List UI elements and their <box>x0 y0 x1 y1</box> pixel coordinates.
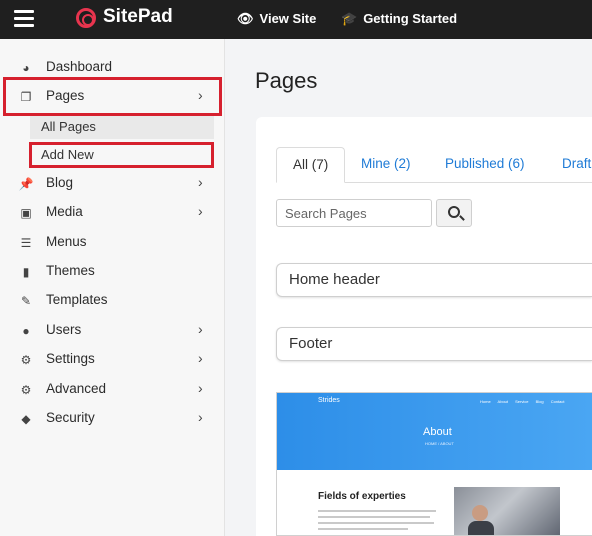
view-site-link[interactable]: 👁 View Site <box>237 11 316 27</box>
page-row-home-header[interactable]: Home header <box>276 263 592 297</box>
pages-icon: ❐ <box>20 90 32 104</box>
chevron-right-icon: › <box>198 87 203 103</box>
list-icon: ☰ <box>20 236 32 250</box>
search-icon <box>448 206 460 218</box>
sidebar: ◕ Dashboard ❐ Pages › All Pages Add New … <box>0 39 225 536</box>
chevron-right-icon: › <box>198 380 203 396</box>
submenu-item-add-new[interactable]: Add New <box>30 143 214 167</box>
chevron-right-icon: › <box>198 174 203 190</box>
chevron-right-icon: › <box>198 321 203 337</box>
sidebar-item-label: Settings <box>46 351 95 366</box>
preview-brand: Strides <box>318 397 340 404</box>
chevron-right-icon: › <box>198 409 203 425</box>
preview-photo <box>454 487 560 535</box>
pin-icon: 📌 <box>18 177 34 191</box>
sidebar-item-label: Users <box>46 322 82 337</box>
chevron-right-icon: › <box>198 350 203 366</box>
sidebar-item-label: Advanced <box>46 381 107 396</box>
page-title: Pages <box>255 68 318 93</box>
sidebar-item-label: Security <box>46 410 95 425</box>
graduation-cap-icon: 🎓 <box>341 11 358 26</box>
user-icon: ● <box>22 324 30 338</box>
hamburger-icon[interactable] <box>14 10 34 28</box>
sidebar-item-users[interactable]: ● Users › <box>0 316 225 345</box>
search-input[interactable] <box>276 199 432 227</box>
tab-all[interactable]: All (7) <box>276 147 346 183</box>
view-site-label: View Site <box>259 11 317 26</box>
sidebar-item-label: Media <box>46 204 83 219</box>
dashboard-icon: ◕ <box>22 61 30 75</box>
gears-icon: ⚙ <box>20 353 32 367</box>
media-icon: ▣ <box>20 206 32 220</box>
top-bar: SitePad 👁 View Site 🎓 Getting Started <box>0 0 592 39</box>
eye-icon: 👁 <box>237 11 254 26</box>
getting-started-label: Getting Started <box>363 11 458 26</box>
sidebar-item-label: Blog <box>46 175 74 190</box>
getting-started-link[interactable]: 🎓 Getting Started <box>341 11 457 27</box>
preview-text-line <box>318 522 434 524</box>
sidebar-item-label: Templates <box>46 292 108 307</box>
sidebar-item-label: Themes <box>46 263 95 278</box>
app-logo-text: SitePad <box>103 6 173 27</box>
paintbrush-icon: ✎ <box>20 294 32 308</box>
gear-icon: ⚙ <box>20 383 32 397</box>
submenu-item-label: All Pages <box>41 119 96 134</box>
preview-heading: Fields of experties <box>318 491 406 502</box>
preview-text-line <box>318 528 408 530</box>
filter-tabs: All (7) Mine (2) Published (6) Draft <box>276 147 592 183</box>
shield-icon: ◆ <box>21 412 31 426</box>
preview-hero-title: About <box>423 426 452 438</box>
submenu-item-all-pages[interactable]: All Pages <box>30 115 214 139</box>
sidebar-item-pages[interactable]: ❐ Pages › <box>0 82 225 111</box>
tab-mine[interactable]: Mine (2) <box>361 147 411 183</box>
brush-icon: ▮ <box>22 265 30 279</box>
sidebar-item-themes[interactable]: ▮ Themes <box>0 257 225 286</box>
sidebar-item-label: Dashboard <box>46 59 113 74</box>
chevron-right-icon: › <box>198 203 203 219</box>
sidebar-item-menus[interactable]: ☰ Menus <box>0 228 225 257</box>
tab-draft[interactable]: Draft <box>562 147 591 183</box>
sidebar-item-security[interactable]: ◆ Security › <box>0 404 225 433</box>
tab-published[interactable]: Published (6) <box>445 147 525 183</box>
submenu-item-label: Add New <box>41 147 94 162</box>
preview-text-line <box>318 510 436 512</box>
sidebar-item-blog[interactable]: 📌 Blog › <box>0 169 225 198</box>
sidebar-item-label: Menus <box>46 234 87 249</box>
page-row-label: Home header <box>289 271 380 288</box>
sidebar-item-media[interactable]: ▣ Media › <box>0 198 225 227</box>
page-preview-thumbnail[interactable]: Strides Home About Service Blog Contact … <box>276 392 592 536</box>
search-button[interactable] <box>436 199 472 227</box>
sidebar-item-dashboard[interactable]: ◕ Dashboard <box>0 53 225 82</box>
preview-breadcrumb: HOME / ABOUT <box>425 441 454 446</box>
sidebar-item-settings[interactable]: ⚙ Settings › <box>0 345 225 374</box>
sidebar-item-templates[interactable]: ✎ Templates <box>0 286 225 315</box>
sidebar-item-label: Pages <box>46 88 85 103</box>
page-row-label: Footer <box>289 335 333 352</box>
page-row-footer[interactable]: Footer <box>276 327 592 361</box>
preview-nav: Home About Service Blog Contact <box>480 399 565 404</box>
preview-text-line <box>318 516 430 518</box>
sidebar-item-advanced[interactable]: ⚙ Advanced › <box>0 375 225 404</box>
sitepad-logo-icon <box>76 8 96 28</box>
